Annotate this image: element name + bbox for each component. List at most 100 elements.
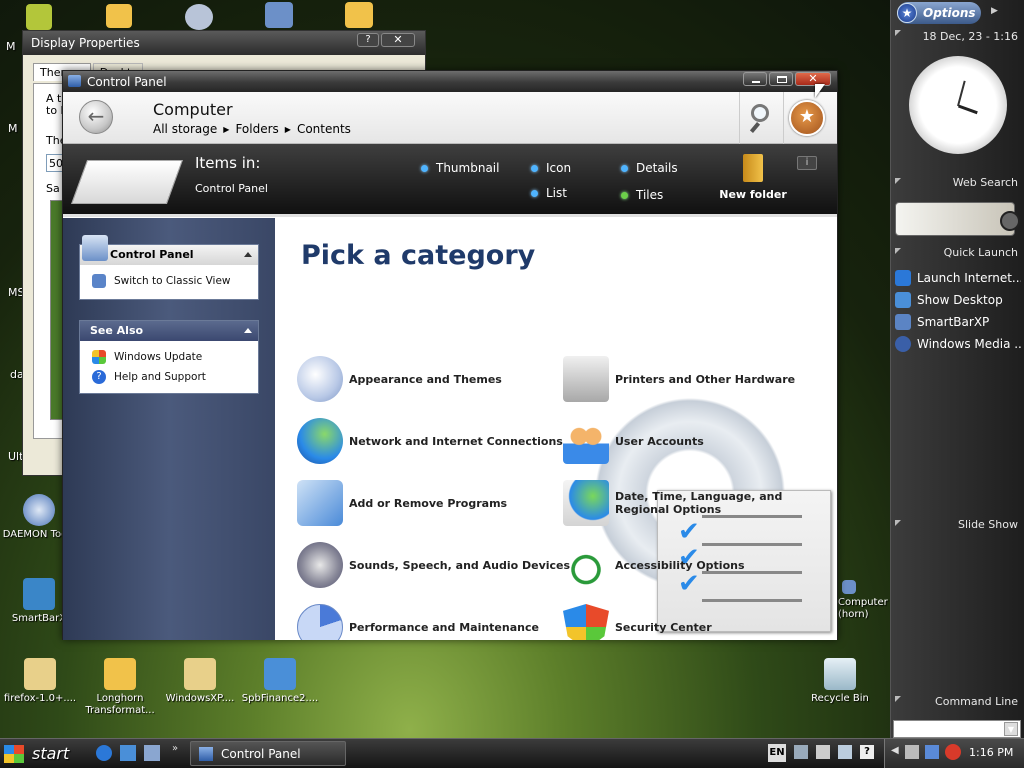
desktop-icon-1[interactable] <box>0 4 82 33</box>
help-icon[interactable]: ? <box>860 745 874 759</box>
tray-icon-1[interactable] <box>794 745 808 759</box>
category-sounds[interactable]: Sounds, Speech, and Audio Devices <box>297 542 570 588</box>
desktop-icon-3[interactable] <box>156 4 242 33</box>
task-panel-header[interactable]: See Also <box>80 321 258 341</box>
desktop-icon-windowsxp[interactable]: WindowsXP.... <box>158 658 242 705</box>
search-icon[interactable] <box>1000 211 1020 231</box>
favorites-star-icon[interactable]: ★ <box>789 100 825 136</box>
category-accessibility[interactable]: Accessibility Options <box>563 542 745 588</box>
web-search-input[interactable] <box>895 202 1020 236</box>
close-button[interactable]: ✕ <box>795 72 831 86</box>
search-icon[interactable] <box>747 102 777 133</box>
desktop-icon-4[interactable] <box>236 2 322 31</box>
category-add-remove[interactable]: Add or Remove Programs <box>297 480 507 526</box>
control-panel-window[interactable]: Control Panel ✕ ← Computer All storage ▶… <box>62 70 838 640</box>
install-box-icon <box>297 480 343 526</box>
category-area: ✔ ✔ ✔ Pick a category Appearance and Theme… <box>275 218 837 640</box>
desktop-icon-longhorn[interactable]: Longhorn Transformat... <box>78 658 162 717</box>
desktop-icon-label: Computer (horn) <box>838 597 888 620</box>
quicklaunch-icon[interactable] <box>120 745 136 761</box>
category-printers[interactable]: Printers and Other Hardware <box>563 356 795 402</box>
collapse-icon[interactable] <box>895 520 901 526</box>
category-network[interactable]: Network and Internet Connections <box>297 418 563 464</box>
collapse-icon[interactable] <box>244 328 252 333</box>
breadcrumb: All storage ▶ Folders ▶ Contents <box>153 122 351 136</box>
smartbar-icon <box>895 314 911 330</box>
command-line-input[interactable]: ▼ <box>893 720 1021 738</box>
taskbar-button-control-panel[interactable]: Control Panel <box>190 741 346 766</box>
category-appearance[interactable]: Appearance and Themes <box>297 356 502 402</box>
category-performance[interactable]: Performance and Maintenance <box>297 604 539 640</box>
view-details[interactable]: Details <box>621 161 678 175</box>
chevron-down-icon[interactable]: ▼ <box>1004 722 1018 736</box>
options-button[interactable]: ★ Options <box>897 2 981 24</box>
start-button[interactable]: start <box>4 741 88 766</box>
category-label: Performance and Maintenance <box>349 620 539 634</box>
view-bar: Items in: Control Panel Thumbnail Icon D… <box>63 144 837 217</box>
switch-classic-view-link[interactable]: Switch to Classic View <box>80 271 258 291</box>
category-label: Network and Internet Connections <box>349 434 563 448</box>
language-indicator[interactable]: EN <box>768 744 786 762</box>
view-label: Icon <box>546 161 572 175</box>
back-button[interactable]: ← <box>79 100 113 134</box>
view-list[interactable]: List <box>531 186 567 200</box>
view-tiles[interactable]: Tiles <box>621 188 663 202</box>
desktop-icon-label: SpbFinance2.... <box>241 693 319 704</box>
maximize-button[interactable] <box>769 72 793 86</box>
zip-icon <box>184 658 216 690</box>
tray-icon-4[interactable] <box>905 745 919 759</box>
desktop-icon-recycle-bin[interactable]: Recycle Bin <box>798 658 882 705</box>
windows-update-link[interactable]: Windows Update <box>80 347 258 367</box>
view-icon[interactable]: Icon <box>531 161 571 175</box>
chevron-double-right-icon[interactable]: » <box>172 743 178 754</box>
pie-chart-icon <box>297 604 343 640</box>
ie-icon[interactable] <box>96 745 112 761</box>
category-security-center[interactable]: Security Center <box>563 604 712 640</box>
new-folder-button[interactable]: New folder <box>713 154 793 212</box>
view-thumbnail[interactable]: Thumbnail <box>421 161 499 175</box>
task-panel-header[interactable]: Control Panel <box>80 235 258 265</box>
chevron-left-icon[interactable]: ◀ <box>891 745 899 756</box>
ql-show-desktop[interactable]: Show Desktop <box>895 290 1021 310</box>
collapse-icon[interactable] <box>895 696 901 702</box>
display-properties-titlebar[interactable]: Display Properties ? ✕ <box>23 31 425 55</box>
close-button[interactable]: ✕ <box>381 33 415 47</box>
network-tray-icon[interactable] <box>925 745 939 759</box>
collapse-icon[interactable] <box>895 30 901 36</box>
desktop-icon-spbfinance[interactable]: SpbFinance2.... <box>238 658 322 705</box>
collapse-icon[interactable] <box>895 248 901 254</box>
divider <box>739 92 740 144</box>
view-label: List <box>546 186 567 200</box>
desktop-icon-2[interactable] <box>76 4 162 31</box>
desktop-icon-firefox[interactable]: firefox-1.0+.... <box>0 658 80 705</box>
info-icon[interactable]: i <box>797 156 817 170</box>
ql-label: Show Desktop <box>917 293 1003 307</box>
ql-windows-media[interactable]: Windows Media ... <box>895 334 1021 354</box>
tray-icon-2[interactable] <box>816 745 830 759</box>
category-date-time[interactable]: Date, Time, Language, and Regional Optio… <box>563 480 793 526</box>
current-location: Control Panel <box>195 182 268 195</box>
category-user-accounts[interactable]: User Accounts <box>563 418 704 464</box>
breadcrumb-item[interactable]: Contents <box>297 122 351 136</box>
collapse-icon[interactable] <box>244 252 252 257</box>
minimize-button[interactable] <box>743 72 767 86</box>
breadcrumb-item[interactable]: All storage <box>153 122 217 136</box>
collapse-icon[interactable] <box>895 178 901 184</box>
desktop-icon-5[interactable] <box>316 2 402 31</box>
computer-icon <box>842 580 856 594</box>
show-desktop-icon[interactable] <box>144 745 160 761</box>
mouse-cursor-icon <box>815 84 825 98</box>
help-and-support-link[interactable]: ? Help and Support <box>80 367 258 387</box>
category-label: Date, Time, Language, and Regional Optio… <box>615 490 783 516</box>
ql-launch-internet[interactable]: Launch Internet... <box>895 268 1021 288</box>
help-button[interactable]: ? <box>357 33 379 47</box>
ql-smartbarxp[interactable]: SmartBarXP <box>895 312 1021 332</box>
chevron-right-icon[interactable]: ▶ <box>991 6 998 16</box>
task-pane: Control Panel Switch to Classic View See… <box>63 218 275 640</box>
see-also-panel: See Also Windows Update ? Help and Suppor… <box>79 320 259 394</box>
breadcrumb-item[interactable]: Folders <box>235 122 278 136</box>
new-folder-icon <box>743 154 763 182</box>
control-panel-titlebar[interactable]: Control Panel ✕ <box>63 71 837 92</box>
tray-icon-3[interactable] <box>838 745 852 759</box>
flash-tray-icon[interactable] <box>945 744 961 760</box>
